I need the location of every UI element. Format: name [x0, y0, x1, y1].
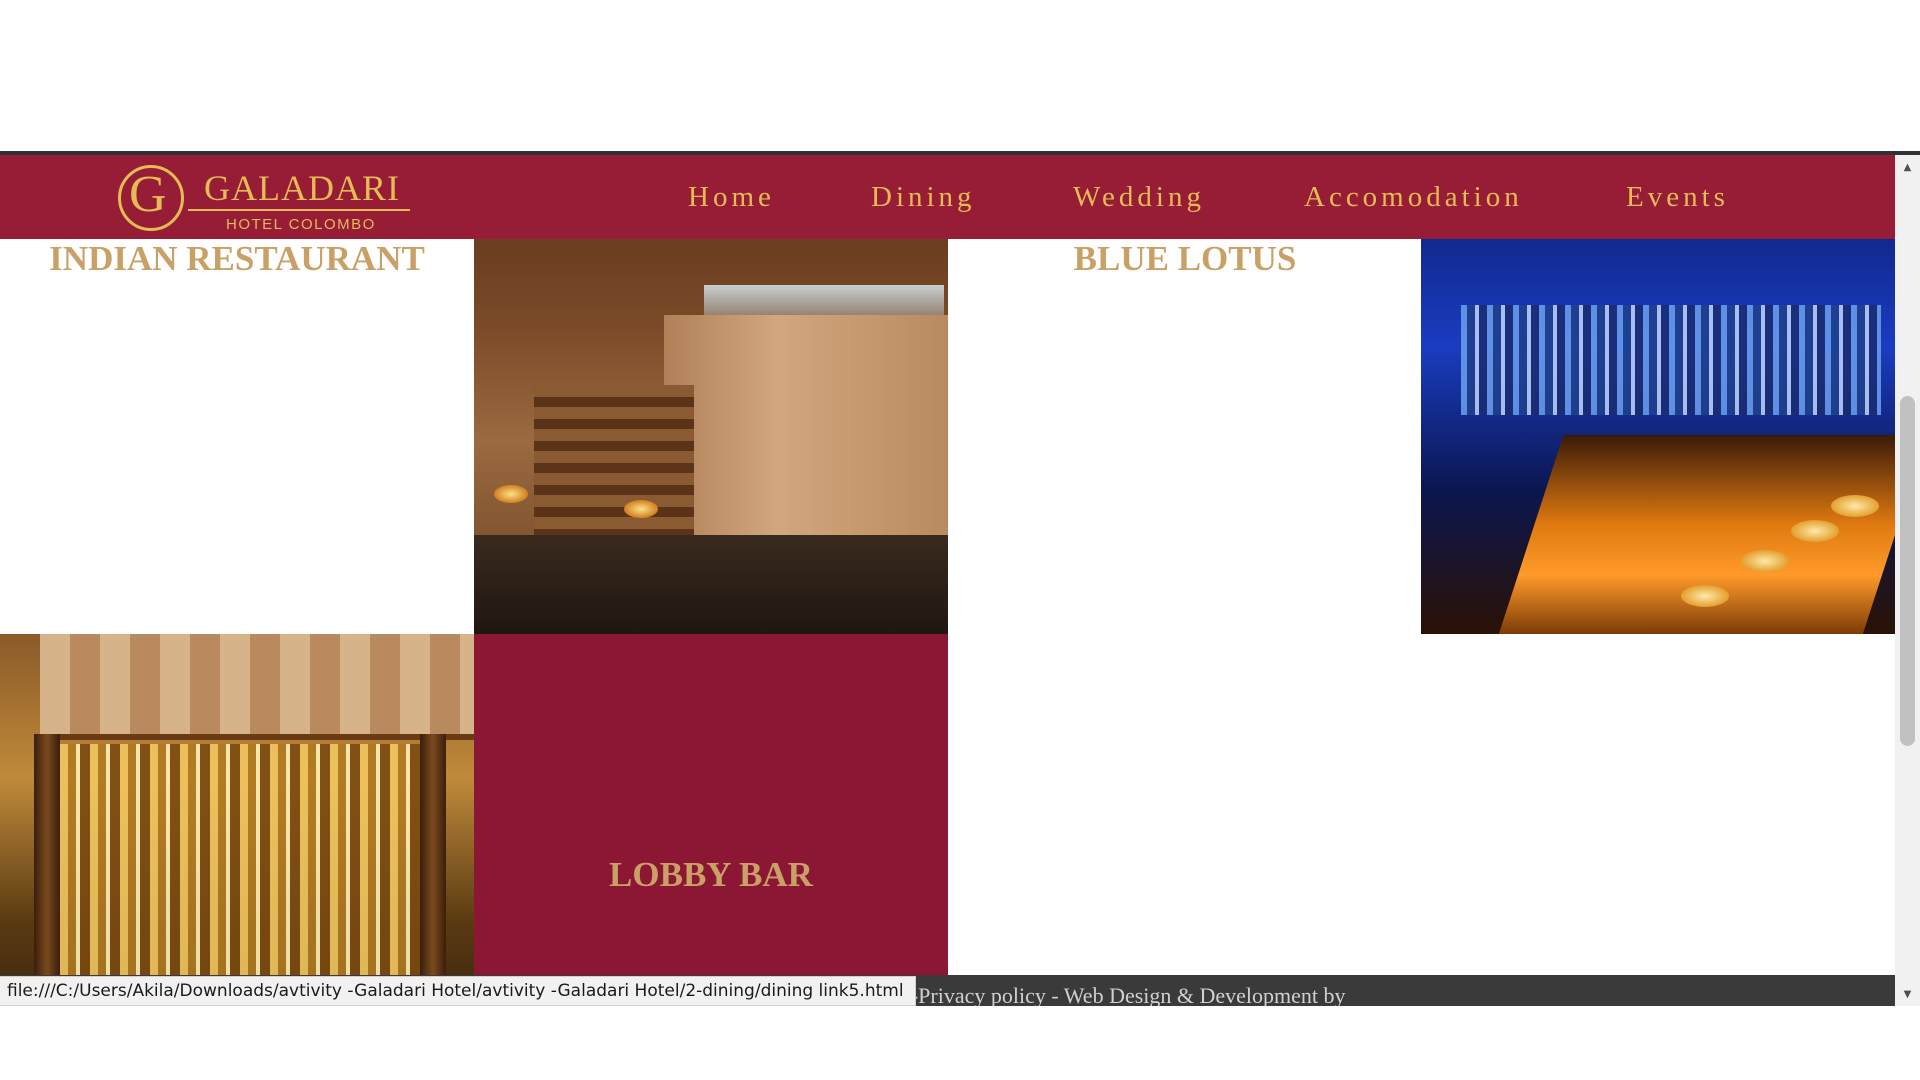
nav-accomodation-link[interactable]: Accomodation	[1304, 181, 1523, 214]
scroll-down-arrow-icon[interactable]: ▼	[1895, 982, 1920, 1006]
lobby-bar-title[interactable]: LOBBY BAR	[474, 855, 948, 895]
page-viewport: G GALADARI HOTEL COLOMBO Home Dining Wed…	[0, 155, 1895, 1006]
footer-copyright-text: erved-Privacy policy - Web Design & Deve…	[862, 983, 1346, 1006]
bar-stool-icon	[1741, 550, 1789, 572]
logo-subtitle: HOTEL COLOMBO	[226, 216, 376, 233]
lamp-icon	[624, 500, 658, 518]
nav-home-link[interactable]: Home	[688, 181, 775, 214]
browser-page: G GALADARI HOTEL COLOMBO Home Dining Wed…	[0, 0, 1920, 1080]
lamp-icon	[494, 485, 528, 503]
wood-post-shape	[420, 734, 446, 1006]
vertical-scrollbar[interactable]: ▲ ▼	[1895, 155, 1920, 1006]
stairs-shape	[534, 385, 694, 535]
nav-dining-link[interactable]: Dining	[871, 181, 976, 214]
indian-restaurant-title[interactable]: INDIAN RESTAURANT	[0, 239, 474, 279]
logo-letter: G	[129, 166, 167, 223]
nav-wedding-link[interactable]: Wedding	[1073, 181, 1205, 214]
bottom-blank-area	[0, 1006, 1920, 1080]
nav-events-link[interactable]: Events	[1626, 181, 1729, 214]
browser-status-bar: file:///C:/Users/Akila/Downloads/avtivit…	[0, 976, 916, 1006]
navbar: G GALADARI HOTEL COLOMBO Home Dining Wed…	[0, 155, 1895, 239]
canopy-shape	[40, 634, 474, 740]
scroll-up-arrow-icon[interactable]: ▲	[1895, 155, 1920, 179]
floor-shape	[474, 535, 948, 634]
scrollbar-thumb[interactable]	[1900, 396, 1915, 747]
bar-stool-icon	[1791, 520, 1839, 542]
logo-name: GALADARI	[204, 168, 400, 208]
blue-lotus-title[interactable]: BLUE LOTUS	[948, 239, 1422, 279]
bar-stool-icon	[1681, 585, 1729, 607]
lobby-bar-cell[interactable]: LOBBY BAR	[474, 634, 948, 1006]
bottle-shelf-shape	[1461, 305, 1881, 415]
wood-post-shape	[34, 734, 60, 1006]
lobby-bar-photo	[0, 634, 474, 1006]
logo-underline	[188, 209, 410, 211]
bottle-display-shape	[60, 744, 430, 1006]
hotel-logo[interactable]: G GALADARI HOTEL COLOMBO	[116, 161, 416, 239]
bar-stool-icon	[1831, 495, 1879, 517]
top-blank-area	[0, 0, 1920, 151]
